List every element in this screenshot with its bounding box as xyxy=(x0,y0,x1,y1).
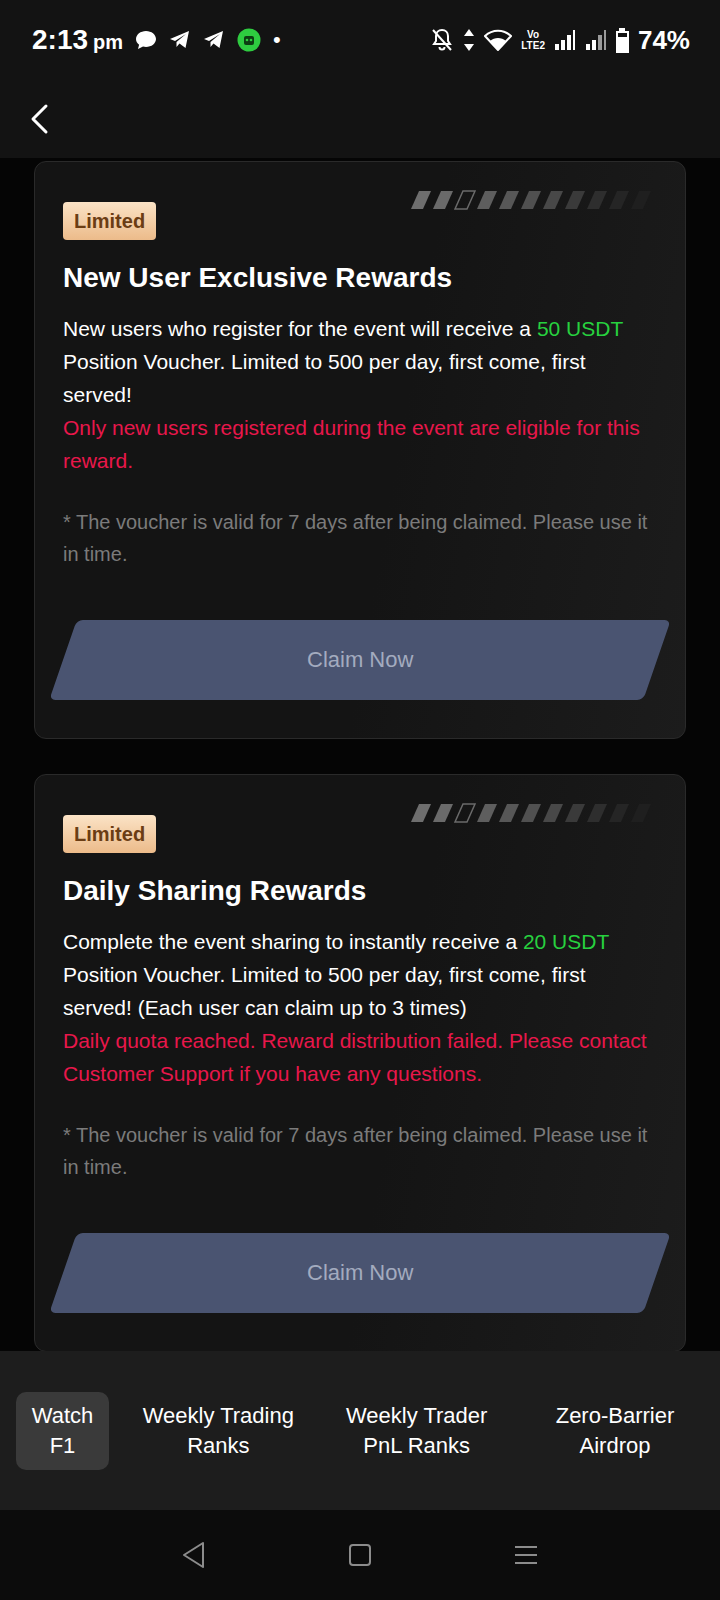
battery-icon xyxy=(616,28,629,53)
back-triangle-icon[interactable] xyxy=(181,1541,207,1569)
claim-button-wrap: Claim Now xyxy=(63,590,657,700)
battery-track xyxy=(616,31,629,53)
card-description: Complete the event sharing to instantly … xyxy=(63,925,657,1024)
stripes-decoration-icon xyxy=(411,190,655,210)
tab[interactable]: Weekly Trading Ranks xyxy=(129,1392,307,1470)
battery-percent: 74% xyxy=(638,24,690,56)
description-text: Position Voucher. Limited to 500 per day… xyxy=(63,350,586,406)
network-label-top: Vo xyxy=(527,29,539,40)
bell-off-icon xyxy=(430,27,454,53)
card-title: New User Exclusive Rewards xyxy=(63,260,657,296)
meridiem: pm xyxy=(93,30,123,54)
menu-icon[interactable] xyxy=(513,1544,539,1566)
tab-label: Weekly Trader PnL Ranks xyxy=(338,1401,496,1461)
status-left: 2:13 pm • xyxy=(32,23,281,57)
reward-amount: 50 USDT xyxy=(537,317,623,340)
network-label-bottom: LTE2 xyxy=(521,40,545,51)
data-arrows-icon xyxy=(463,28,475,52)
description-text: Position Voucher. Limited to 500 per day… xyxy=(63,963,586,1019)
signal-icon xyxy=(554,29,576,51)
tab-label: Zero-Barrier Airdrop xyxy=(536,1401,694,1461)
tab[interactable]: Watch F1 xyxy=(16,1392,109,1470)
reward-amount: 20 USDT xyxy=(523,930,609,953)
description-text: New users who register for the event wil… xyxy=(63,317,537,340)
voucher-note: * The voucher is valid for 7 days after … xyxy=(63,1119,657,1183)
status-bar: 2:13 pm • Vo LTE2 xyxy=(0,0,720,80)
signal-icon xyxy=(585,29,607,51)
back-icon[interactable] xyxy=(28,103,52,135)
clock: 2:13 pm xyxy=(32,23,123,57)
card-description: New users who register for the event wil… xyxy=(63,312,657,411)
voucher-note: * The voucher is valid for 7 days after … xyxy=(63,506,657,570)
system-nav-bar xyxy=(0,1510,720,1600)
limited-badge: Limited xyxy=(63,815,156,853)
tab[interactable]: Zero-Barrier Airdrop xyxy=(526,1392,704,1470)
claim-button-wrap: Claim Now xyxy=(63,1203,657,1313)
chat-icon xyxy=(135,30,157,50)
tab-bar: Watch F1 Weekly Trading Ranks Weekly Trade… xyxy=(0,1351,720,1510)
claim-button-label: Claim Now xyxy=(307,1259,413,1287)
limited-badge: Limited xyxy=(63,202,156,240)
tab-label: Weekly Trading Ranks xyxy=(139,1401,297,1461)
stripes-decoration-icon xyxy=(411,803,655,823)
app-icon xyxy=(237,28,261,52)
wifi-icon xyxy=(484,29,512,51)
network-label: Vo LTE2 xyxy=(521,29,545,51)
status-right: Vo LTE2 74% xyxy=(430,24,690,56)
time: 2:13 xyxy=(32,23,88,57)
eligibility-warning: Daily quota reached. Reward distribution… xyxy=(63,1024,657,1090)
reward-card: Limited Daily Sharing Rewards Complete the… xyxy=(34,774,686,1351)
reward-card: Limited New User Exclusive Rewards New use… xyxy=(34,161,686,739)
more-notifications: • xyxy=(273,28,281,52)
claim-button-label: Claim Now xyxy=(307,646,413,674)
header xyxy=(0,80,720,158)
claim-button[interactable]: Claim Now xyxy=(49,1233,671,1313)
battery-fill xyxy=(618,37,627,50)
description-text: Complete the event sharing to instantly … xyxy=(63,930,523,953)
home-square-icon[interactable] xyxy=(348,1543,372,1567)
claim-button[interactable]: Claim Now xyxy=(49,620,671,700)
telegram-icon xyxy=(169,30,191,50)
card-title: Daily Sharing Rewards xyxy=(63,873,657,909)
eligibility-warning: Only new users registered during the eve… xyxy=(63,411,657,477)
rewards-list: Limited New User Exclusive Rewards New use… xyxy=(0,158,720,1351)
telegram-icon xyxy=(203,30,225,50)
tab[interactable]: Weekly Trader PnL Ranks xyxy=(328,1392,506,1470)
phone-screen: 2:13 pm • Vo LTE2 xyxy=(0,0,720,1600)
tab-label: Watch F1 xyxy=(26,1401,99,1461)
